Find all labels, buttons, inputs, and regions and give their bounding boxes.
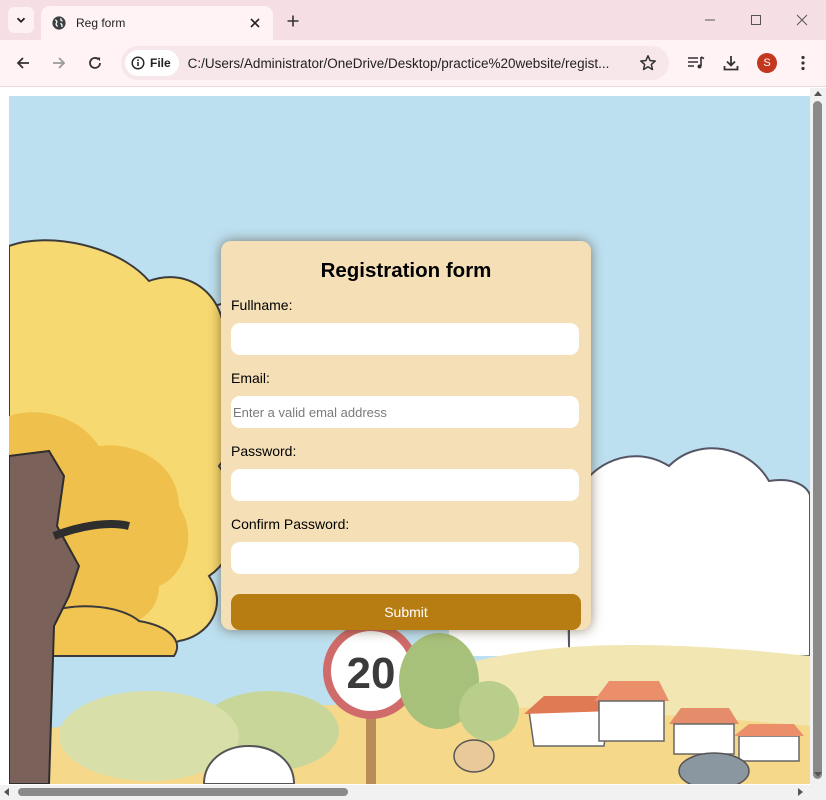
email-label: Email:	[231, 370, 270, 386]
kebab-menu-icon	[801, 55, 805, 71]
new-tab-button[interactable]	[282, 10, 304, 32]
media-queue-icon	[688, 56, 705, 69]
scroll-right-arrow-icon[interactable]	[798, 788, 803, 796]
window-close-button[interactable]	[790, 8, 814, 32]
fullname-label: Fullname:	[231, 297, 293, 313]
vertical-scrollbar[interactable]	[810, 88, 826, 785]
vertical-scroll-thumb[interactable]	[813, 101, 822, 779]
minimize-icon	[705, 19, 715, 21]
horizontal-scroll-thumb[interactable]	[18, 788, 348, 796]
url-text[interactable]: C:/Users/Administrator/OneDrive/Desktop/…	[188, 56, 628, 71]
active-tab[interactable]: Reg form	[41, 6, 273, 40]
scroll-left-arrow-icon[interactable]	[4, 788, 9, 796]
form-title: Registration form	[320, 259, 492, 282]
horizontal-scrollbar[interactable]	[0, 785, 826, 800]
scroll-down-arrow-icon[interactable]	[814, 772, 822, 777]
globe-icon	[51, 15, 67, 31]
fullname-input[interactable]	[231, 323, 579, 355]
confirm-password-input[interactable]	[231, 542, 579, 574]
browser-menu-button[interactable]	[791, 51, 815, 75]
download-icon	[723, 56, 739, 71]
browser-toolbar: File C:/Users/Administrator/OneDrive/Des…	[0, 40, 826, 87]
maximize-icon	[751, 15, 761, 25]
password-input[interactable]	[231, 469, 579, 501]
confirm-password-label: Confirm Password:	[231, 516, 350, 532]
submit-button[interactable]: Submit	[231, 594, 581, 630]
back-button[interactable]	[11, 51, 35, 75]
email-input[interactable]	[231, 396, 579, 428]
profile-avatar[interactable]: S	[757, 53, 777, 73]
close-icon	[250, 18, 260, 28]
maximize-button[interactable]	[744, 8, 768, 32]
media-control-button[interactable]	[684, 51, 708, 75]
tab-bar: Reg form	[0, 0, 826, 40]
downloads-button[interactable]	[719, 51, 743, 75]
chevron-down-icon	[16, 17, 26, 23]
bookmark-button[interactable]	[639, 54, 657, 72]
minimize-button[interactable]	[698, 8, 722, 32]
address-bar[interactable]: File C:/Users/Administrator/OneDrive/Des…	[121, 46, 669, 80]
reload-button[interactable]	[83, 51, 107, 75]
registration-form: Registration form Fullname: Email: Passw…	[221, 241, 591, 630]
svg-text:20: 20	[347, 649, 396, 698]
star-icon	[640, 55, 656, 71]
close-tab-button[interactable]	[247, 15, 263, 31]
site-info-chip[interactable]: File	[125, 50, 179, 76]
plus-icon	[287, 15, 299, 27]
info-icon	[131, 56, 145, 70]
tab-title: Reg form	[76, 16, 126, 30]
back-arrow-icon	[16, 57, 29, 69]
site-chip-label: File	[150, 56, 171, 70]
forward-button[interactable]	[47, 51, 71, 75]
reload-icon	[89, 57, 101, 69]
page-viewport: 20 Registration form Fullname: Email: En…	[0, 88, 826, 800]
scroll-up-arrow-icon[interactable]	[814, 91, 822, 96]
password-label: Password:	[231, 443, 297, 459]
tab-search-button[interactable]	[8, 7, 34, 33]
window-close-icon	[796, 14, 808, 26]
forward-arrow-icon	[53, 57, 66, 69]
